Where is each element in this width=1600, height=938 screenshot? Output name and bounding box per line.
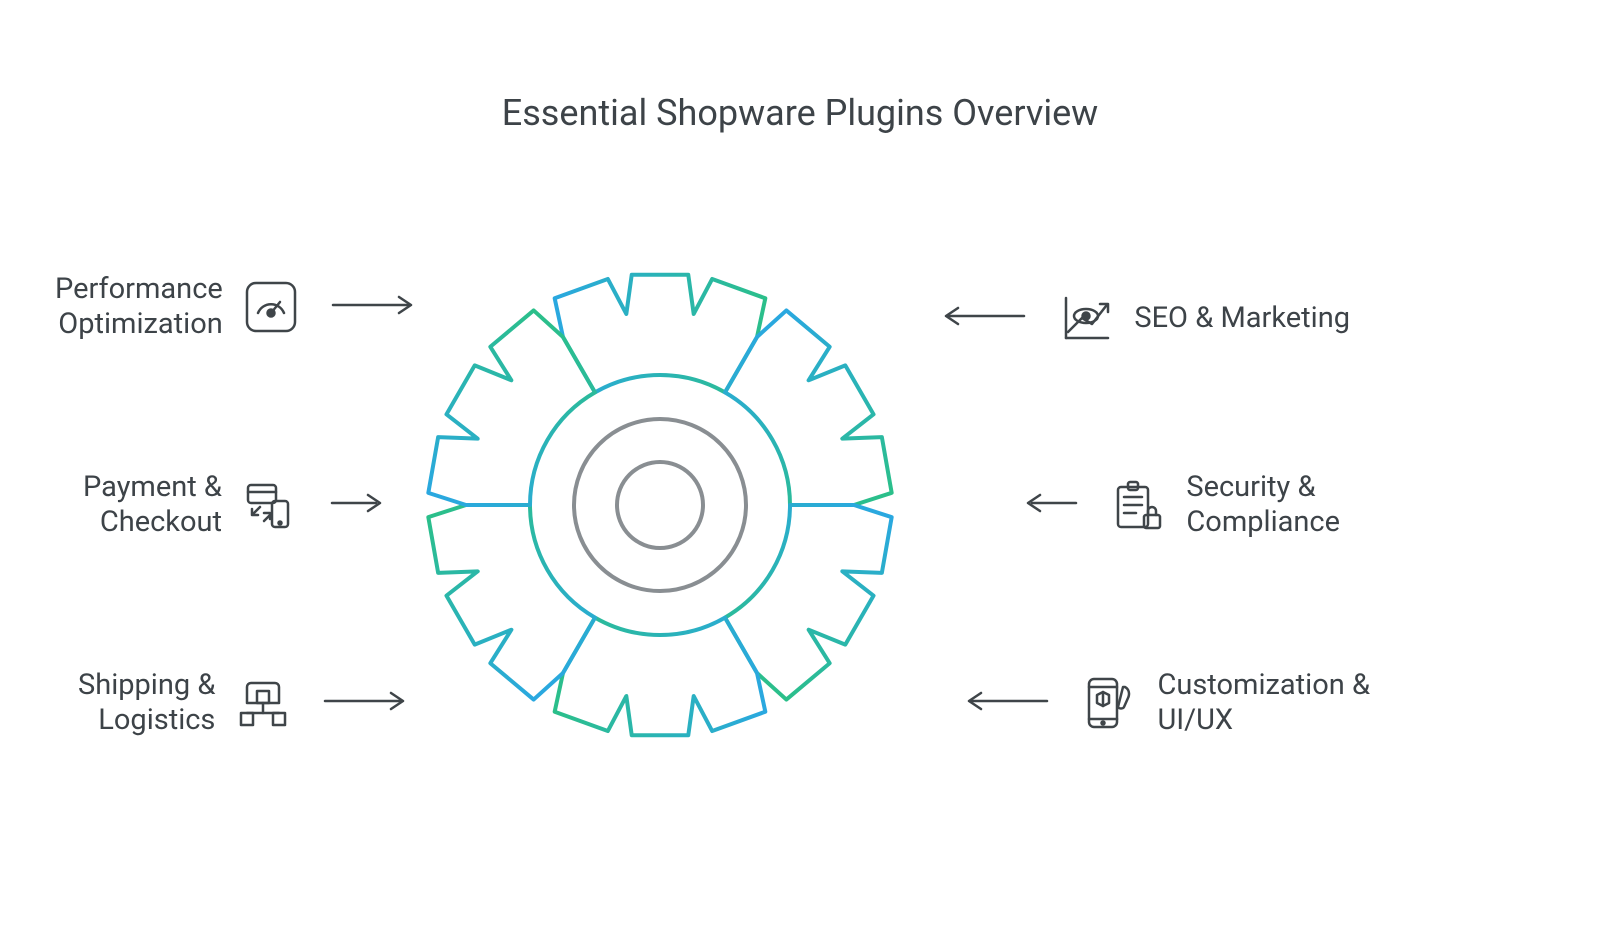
item-shipping-logistics: Shipping & Logistics [78, 668, 488, 738]
item-customize-label: Customization & UI/UX [1157, 668, 1370, 738]
gear-inner-circle [615, 460, 705, 550]
item-seo-label: SEO & Marketing [1134, 301, 1350, 336]
warehouse-icon [233, 673, 293, 733]
payment-icon [240, 475, 300, 535]
item-payment-label: Payment & Checkout [83, 470, 222, 540]
arrow-right-icon [329, 293, 419, 321]
arrow-right-icon [321, 689, 411, 717]
page-title: Essential Shopware Plugins Overview [0, 92, 1600, 134]
item-security-compliance: Security & Compliance [920, 470, 1340, 540]
item-performance-label: Performance Optimization [55, 272, 223, 342]
gauge-icon [241, 277, 301, 337]
item-seo-marketing: SEO & Marketing [870, 288, 1350, 348]
customize-icon [1079, 673, 1139, 733]
item-customization-uiux: Customization & UI/UX [870, 668, 1370, 738]
item-security-label: Security & Compliance [1186, 470, 1340, 540]
seo-icon [1056, 288, 1116, 348]
item-shipping-label: Shipping & Logistics [78, 668, 215, 738]
arrow-right-icon [328, 491, 386, 519]
item-performance-optimization: Performance Optimization [55, 272, 465, 342]
arrow-left-icon [938, 304, 1028, 332]
arrow-left-icon [1022, 491, 1080, 519]
item-payment-checkout: Payment & Checkout [83, 470, 438, 540]
compliance-icon [1108, 475, 1168, 535]
arrow-left-icon [961, 689, 1051, 717]
